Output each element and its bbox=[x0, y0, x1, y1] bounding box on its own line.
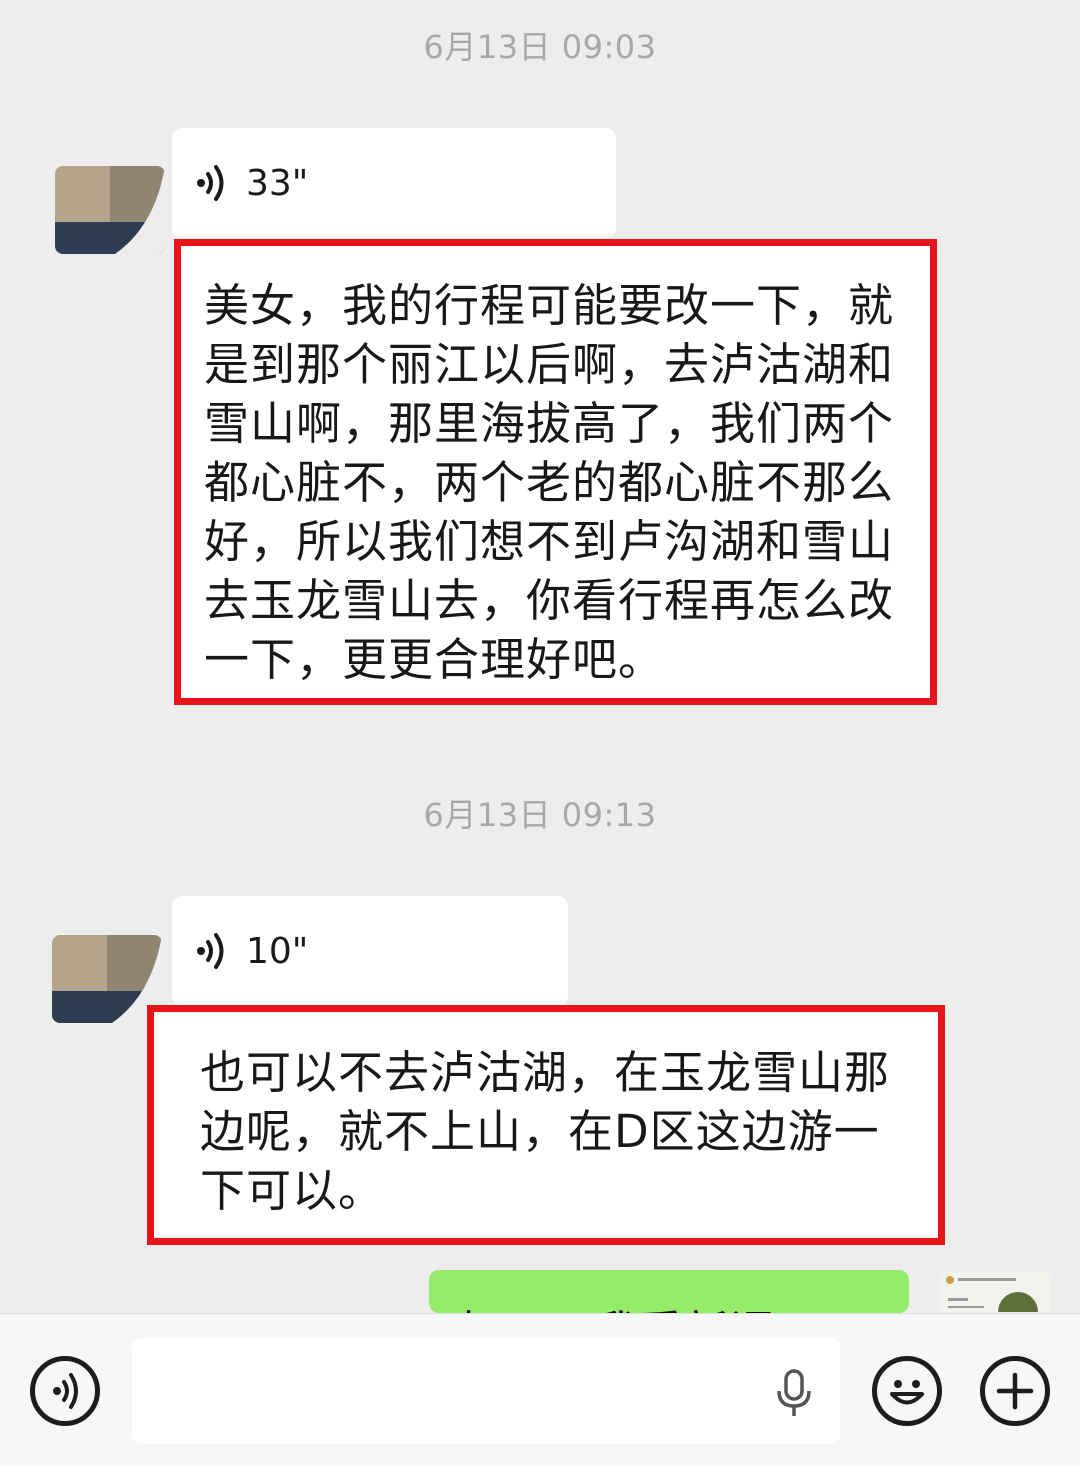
voice-duration: 10" bbox=[246, 930, 309, 972]
voice-mode-icon[interactable] bbox=[30, 1356, 100, 1426]
highlight-box bbox=[147, 1005, 945, 1245]
voice-duration: 33" bbox=[246, 162, 309, 204]
voice-message-bubble[interactable]: 33" bbox=[172, 128, 616, 238]
microphone-icon[interactable] bbox=[774, 1368, 814, 1418]
message-input[interactable] bbox=[132, 1338, 840, 1444]
highlight-box bbox=[174, 239, 937, 705]
voice-wave-icon bbox=[197, 933, 224, 969]
contact-avatar[interactable] bbox=[52, 935, 162, 1023]
plus-icon[interactable] bbox=[980, 1356, 1050, 1426]
contact-avatar[interactable] bbox=[55, 166, 165, 254]
voice-message-bubble[interactable]: 10" bbox=[172, 896, 568, 1006]
timestamp: 6月13日 09:03 bbox=[423, 28, 657, 66]
my-message-bubble[interactable]: 好吧，我重新调一下 bbox=[429, 1270, 909, 1313]
my-message-text: 好吧，我重新调一下 bbox=[459, 1296, 864, 1313]
input-bar bbox=[0, 1313, 1080, 1466]
voice-wave-icon bbox=[197, 165, 224, 201]
timestamp: 6月13日 09:13 bbox=[423, 796, 657, 834]
emoji-icon[interactable] bbox=[872, 1356, 942, 1426]
my-avatar[interactable] bbox=[940, 1272, 1050, 1312]
